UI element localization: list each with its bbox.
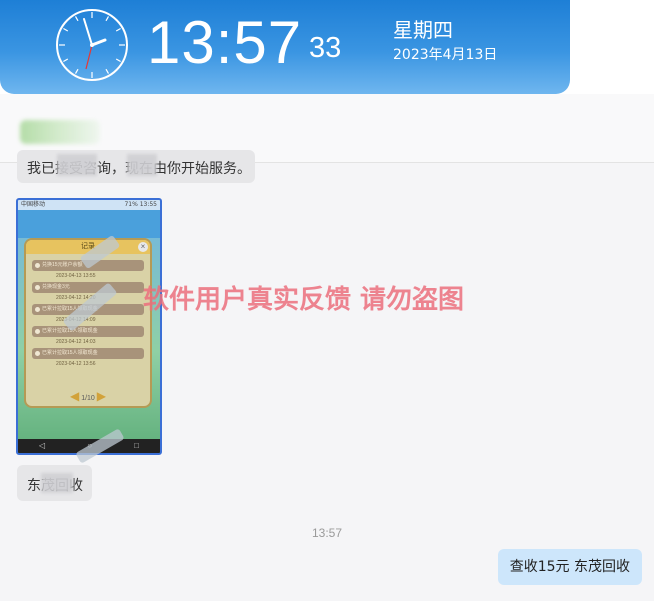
clock-header: 13:57 33 星期四 2023年4月13日: [0, 0, 570, 94]
redacted-contact-name: [20, 120, 100, 144]
prev-arrow-icon: ◀: [70, 389, 80, 403]
battery-time-label: 71% 13:55: [124, 201, 157, 208]
analog-clock-icon: [56, 9, 128, 81]
record-item: 已累计拉取15人领取现金: [32, 326, 144, 337]
back-icon: ◁: [39, 441, 46, 450]
message-bubble-left[interactable]: 东茂回收: [17, 465, 92, 501]
record-time: 2023-04-12 14:03: [56, 339, 96, 345]
next-arrow-icon: ▶: [96, 389, 106, 403]
anti-theft-watermark: 软件用户真实反馈 请勿盗图: [143, 285, 465, 315]
redaction-blur: [57, 154, 97, 176]
redaction-blur: [127, 154, 157, 176]
record-time: 2023-04-13 13:55: [56, 273, 96, 279]
weekday-label: 星期四: [393, 18, 453, 42]
message-image-screenshot[interactable]: 中国移动 71% 13:55 记录 × 兑换15元账户余额 2023-04-13…: [16, 198, 162, 455]
message-bubble-left[interactable]: 我已接受咨询，现在由你开始服务。: [17, 150, 255, 183]
close-icon: ×: [138, 242, 148, 252]
phone-status-bar: 中国移动 71% 13:55: [18, 200, 160, 210]
date-label: 2023年4月13日: [393, 47, 498, 63]
redaction-blur: [41, 473, 73, 493]
record-time: 2023-04-12 13:56: [56, 361, 96, 367]
record-pager: ◀ 1/10 ▶: [26, 390, 150, 402]
record-item: 兑换现金3元: [32, 282, 144, 293]
message-bubble-right[interactable]: 查收15元 东茂回收: [497, 549, 642, 585]
message-timestamp: 13:57: [311, 526, 343, 540]
record-item: 已累计拉取15人领取现金: [32, 348, 144, 359]
game-top-bar: [18, 210, 160, 238]
page-indicator: 1/10: [81, 395, 95, 402]
current-seconds: 33: [309, 32, 342, 64]
current-time: 13:57: [147, 9, 303, 76]
recent-icon: □: [134, 441, 139, 450]
carrier-label: 中国移动: [21, 201, 46, 208]
